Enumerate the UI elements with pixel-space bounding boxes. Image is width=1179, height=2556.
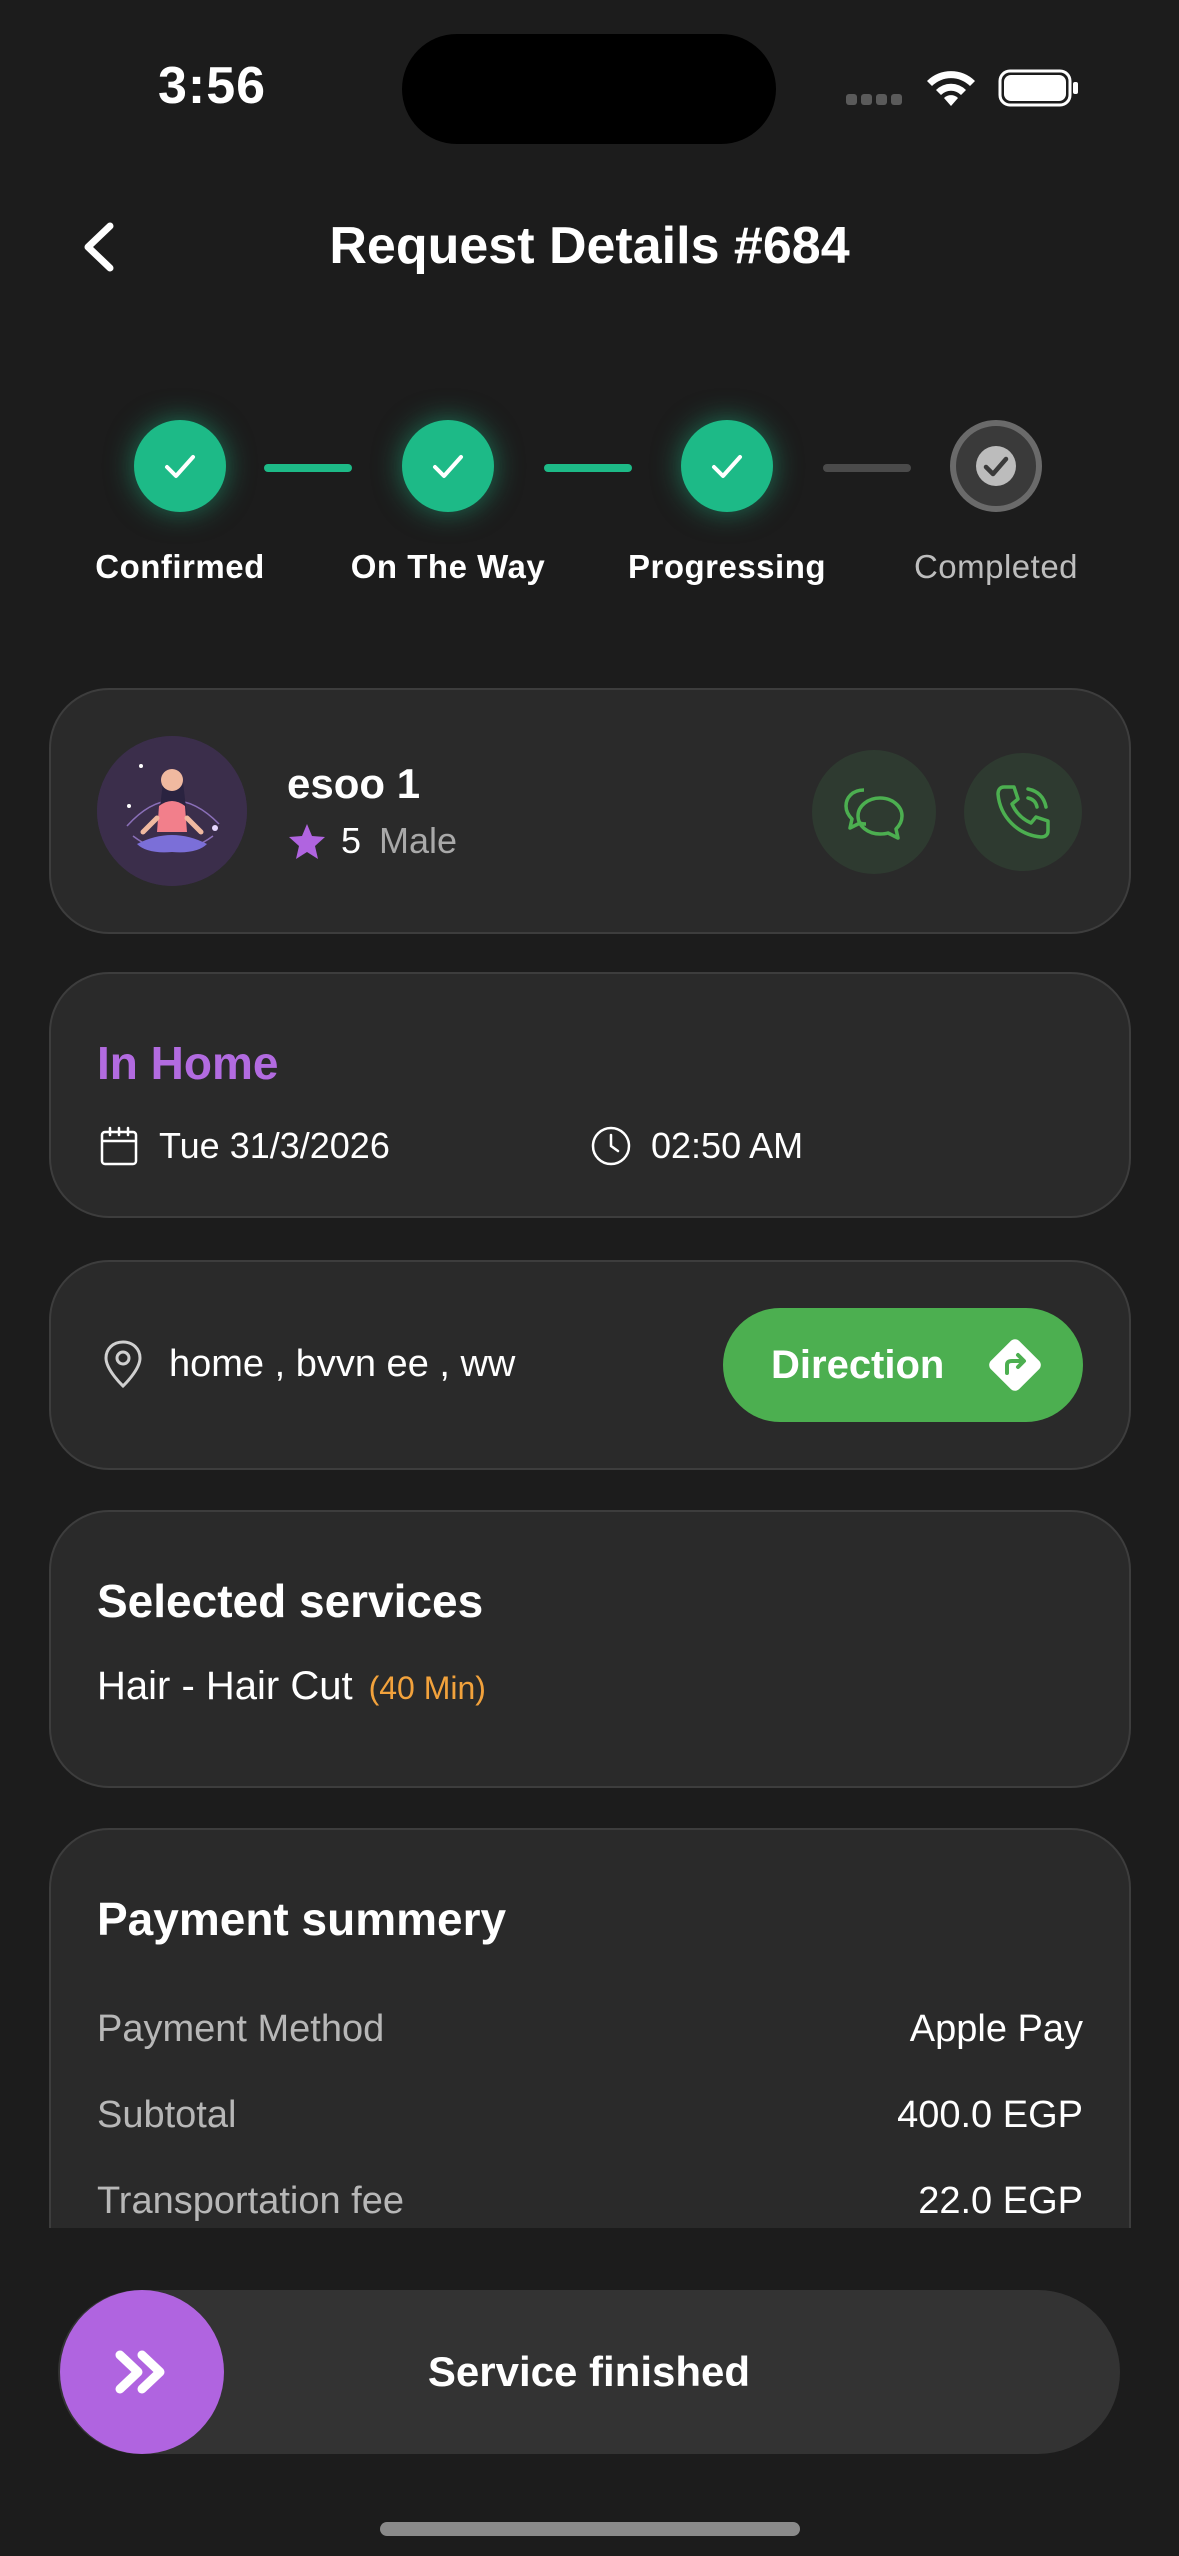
payment-row: Transportation fee 22.0 EGP — [97, 2180, 1083, 2223]
payment-row: Payment Method Apple Pay — [97, 2008, 1083, 2051]
status-bar: 3:56 — [0, 0, 1179, 150]
payment-row: Subtotal 400.0 EGP — [97, 2094, 1083, 2137]
direction-label: Direction — [771, 1342, 945, 1387]
bottom-action-area: Service finished — [0, 2240, 1179, 2556]
step-progressing-check-icon — [681, 420, 773, 512]
subtotal-label: Subtotal — [97, 2094, 237, 2136]
step-label-confirmed: Confirmed — [95, 548, 265, 585]
battery-icon — [998, 69, 1078, 107]
provider-gender: Male — [379, 820, 458, 861]
transportation-fee-value: 22.0 EGP — [918, 2180, 1083, 2222]
progress-stepper: Confirmed On The Way Progressing Complet… — [0, 420, 1179, 600]
slider-handle[interactable] — [60, 2290, 224, 2454]
chat-button[interactable] — [812, 750, 936, 874]
service-name: Hair - Hair Cut — [97, 1664, 353, 1708]
step-confirmed-check-icon — [134, 420, 226, 512]
star-icon — [289, 824, 325, 859]
rating-value: 5 — [341, 820, 362, 861]
phone-icon — [996, 785, 1050, 839]
payment-method-value: Apple Pay — [909, 2008, 1083, 2050]
wifi-icon — [927, 71, 975, 106]
direction-button[interactable]: Direction — [723, 1308, 1083, 1422]
payment-method-label: Payment Method — [97, 2008, 385, 2050]
chat-icon — [844, 788, 904, 840]
service-item: Hair - Hair Cut (40 Min) — [97, 1664, 486, 1709]
page-title: Request Details #684 — [329, 217, 850, 275]
location-type: In Home — [97, 1037, 279, 1089]
clock-icon — [591, 1126, 631, 1166]
address-card: home , bvvn ee , ww Direction — [49, 1260, 1131, 1470]
payment-summary-card: Payment summery Payment Method Apple Pay… — [49, 1828, 1131, 2228]
step-label-on-the-way: On The Way — [350, 548, 546, 585]
step-connector — [264, 464, 352, 472]
transportation-fee-label: Transportation fee — [97, 2180, 404, 2222]
appointment-time: 02:50 AM — [589, 1124, 803, 1168]
appointment-card: In Home Tue 31/3/2026 02:50 AM — [49, 972, 1131, 1218]
status-time: 3:56 — [158, 57, 267, 115]
address-text: home , bvvn ee , ww — [169, 1342, 516, 1385]
provider-name: esoo 1 — [287, 760, 421, 807]
service-duration: (40 Min) — [368, 1670, 486, 1706]
step-connector — [823, 464, 911, 472]
appointment-date: Tue 31/3/2026 — [97, 1124, 390, 1168]
double-chevron-right-icon — [115, 2350, 165, 2394]
time-text: 02:50 AM — [651, 1125, 804, 1166]
service-finished-slider[interactable]: Service finished — [58, 2290, 1120, 2454]
calendar-icon — [100, 1126, 138, 1166]
call-button[interactable] — [964, 753, 1082, 871]
dynamic-island — [402, 34, 776, 144]
payment-title: Payment summery — [97, 1893, 507, 1945]
home-indicator — [380, 2522, 800, 2536]
subtotal-value: 400.0 EGP — [897, 2094, 1083, 2136]
services-title: Selected services — [97, 1575, 484, 1627]
services-card: Selected services Hair - Hair Cut (40 Mi… — [49, 1510, 1131, 1788]
provider-card: esoo 1 5 Male — [49, 688, 1131, 934]
step-on-the-way-check-icon — [402, 420, 494, 512]
step-connector — [544, 464, 632, 472]
avatar — [97, 736, 247, 886]
step-label-progressing: Progressing — [627, 548, 827, 585]
step-label-completed: Completed — [913, 548, 1079, 585]
date-text: Tue 31/3/2026 — [159, 1125, 390, 1166]
step-completed-check-icon — [950, 420, 1042, 512]
directions-icon — [989, 1339, 1041, 1391]
provider-rating: 5 Male — [287, 820, 457, 862]
cellular-signal-icon — [846, 92, 906, 106]
address: home , bvvn ee , ww — [101, 1338, 515, 1390]
location-pin-icon — [104, 1340, 142, 1389]
